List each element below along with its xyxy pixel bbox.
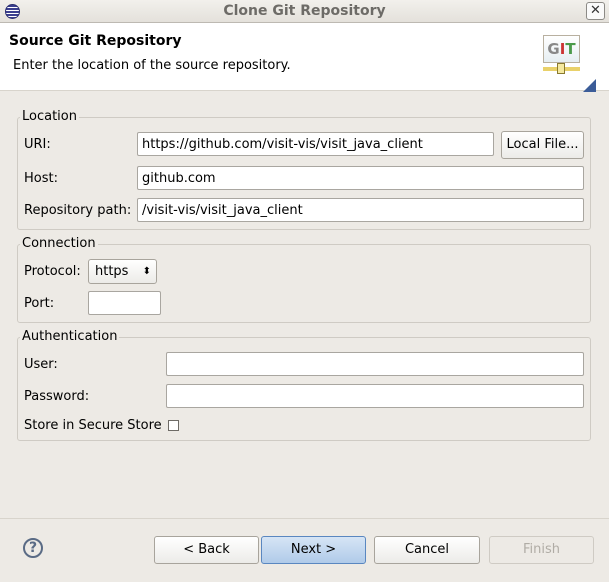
- wizard-header: Source Git Repository Enter the location…: [0, 23, 609, 92]
- uri-input[interactable]: [137, 132, 494, 156]
- repository-path-label: Repository path:: [24, 203, 132, 218]
- uri-label: URI:: [24, 137, 51, 152]
- corner-triangle-icon: [583, 79, 596, 92]
- protocol-select[interactable]: https ⬍: [88, 259, 157, 284]
- local-file-button[interactable]: Local File...: [501, 131, 584, 159]
- host-input[interactable]: [137, 166, 584, 190]
- back-button[interactable]: < Back: [154, 536, 259, 564]
- protocol-value: https: [95, 264, 129, 279]
- help-icon[interactable]: ?: [23, 538, 43, 558]
- store-secure-label: Store in Secure Store: [24, 418, 162, 433]
- protocol-label: Protocol:: [24, 264, 81, 279]
- next-button[interactable]: Next >: [261, 536, 366, 564]
- password-input[interactable]: [166, 384, 584, 408]
- chevron-updown-icon: ⬍: [142, 266, 151, 277]
- window-title: Clone Git Repository: [223, 3, 386, 19]
- host-label: Host:: [24, 171, 58, 186]
- authentication-group-label: Authentication: [20, 329, 120, 344]
- page-description: Enter the location of the source reposit…: [13, 58, 291, 73]
- store-secure-checkbox[interactable]: [168, 420, 179, 431]
- password-label: Password:: [24, 389, 90, 404]
- button-bar-separator: [0, 518, 609, 519]
- location-group-label: Location: [20, 109, 79, 124]
- user-input[interactable]: [166, 352, 584, 376]
- connection-group-label: Connection: [20, 236, 98, 251]
- repository-path-input[interactable]: [137, 198, 584, 222]
- finish-button: Finish: [489, 536, 594, 564]
- port-input[interactable]: [88, 291, 161, 315]
- port-label: Port:: [24, 296, 55, 311]
- close-button[interactable]: ✕: [586, 2, 605, 20]
- user-label: User:: [24, 357, 58, 372]
- page-title: Source Git Repository: [9, 33, 182, 49]
- cancel-button[interactable]: Cancel: [374, 536, 480, 564]
- title-bar: Clone Git Repository ✕: [0, 0, 609, 23]
- git-logo-icon: GIT: [543, 35, 580, 63]
- git-logo-connector: [557, 63, 565, 74]
